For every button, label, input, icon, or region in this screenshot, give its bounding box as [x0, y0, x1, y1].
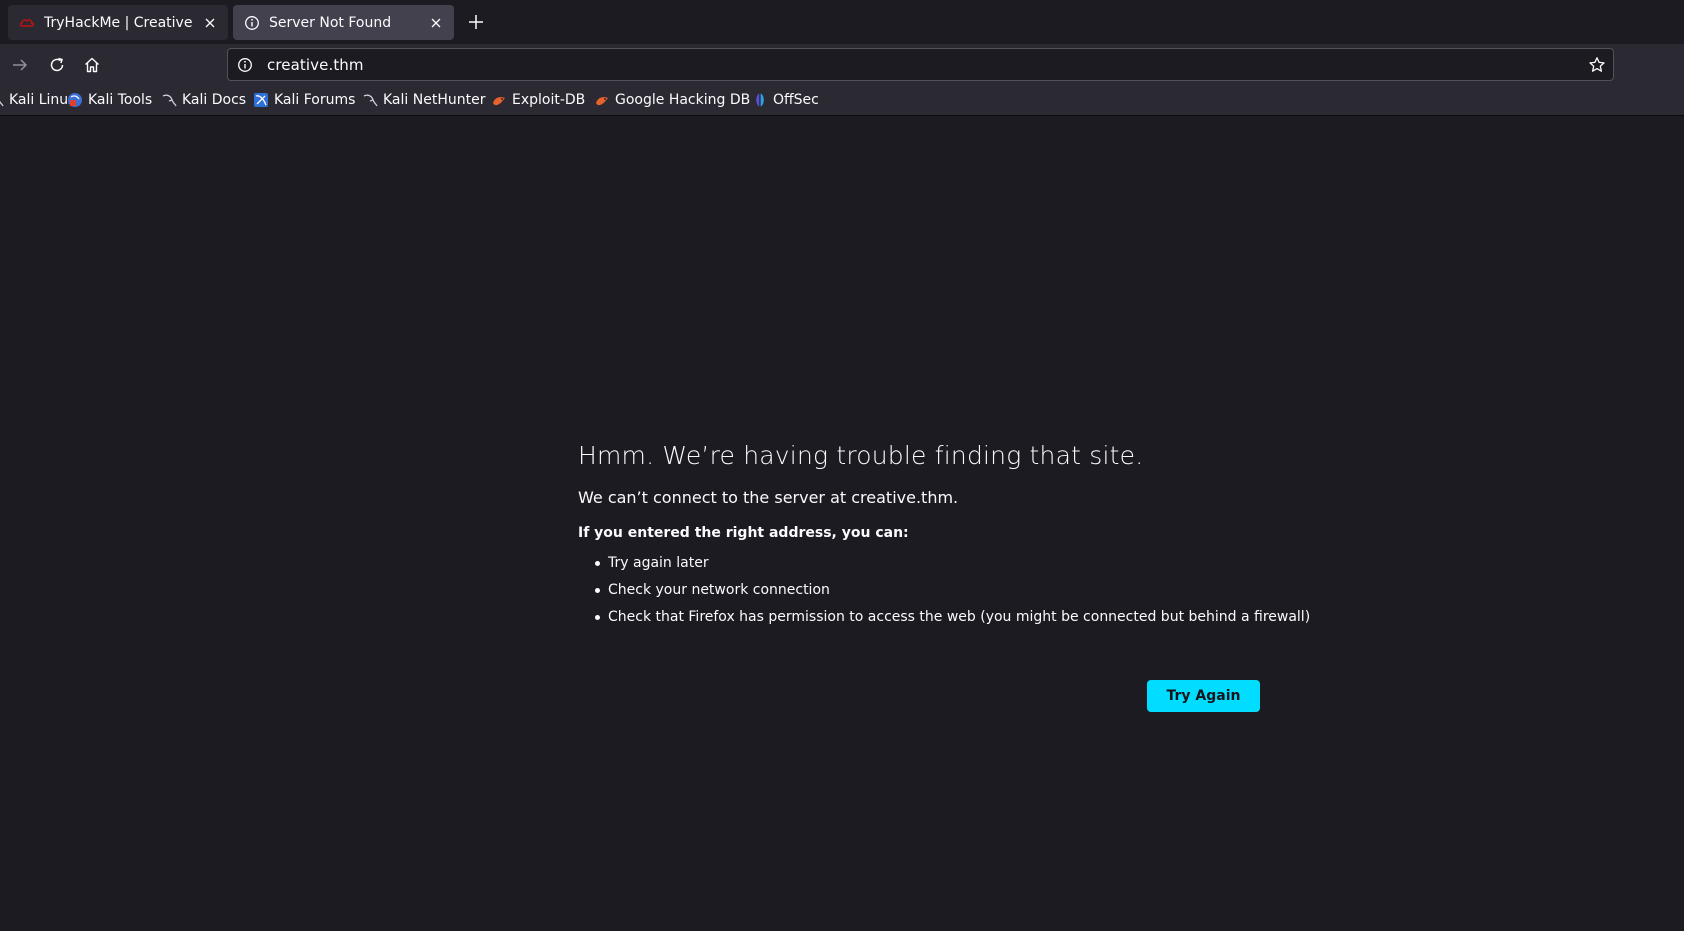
bookmark-label: Kali Tools [88, 92, 153, 108]
reload-icon[interactable] [48, 56, 66, 74]
bookmark-label: Google Hacking DB [615, 92, 751, 108]
exploit-db-icon [493, 97, 505, 106]
try-again-button[interactable]: Try Again [1147, 680, 1260, 712]
bookmark-offsec[interactable]: OffSec [752, 86, 819, 114]
bookmark-exploit-db[interactable]: Exploit-DB [491, 86, 585, 114]
error-suggestions-list: Try again later Check your network conne… [578, 553, 1310, 634]
kali-dragon-icon [363, 94, 378, 107]
bookmark-kali-tools[interactable]: Kali Tools [67, 86, 152, 114]
close-icon[interactable] [428, 15, 444, 31]
address-bar[interactable]: creative.thm [227, 48, 1614, 81]
new-tab-plus-icon[interactable] [467, 13, 485, 31]
site-info-icon[interactable] [237, 57, 253, 73]
bookmark-google-hacking-db[interactable]: Google Hacking DB [594, 86, 750, 114]
bookmark-label: OffSec [773, 92, 819, 108]
bookmark-label: Kali NetHunter [383, 92, 486, 108]
tab-server-not-found[interactable]: Server Not Found [233, 5, 454, 40]
error-suggestions-heading: If you entered the right address, you ca… [578, 525, 909, 541]
bookmark-kali-nethunter[interactable]: Kali NetHunter [362, 86, 485, 114]
bookmarks-toolbar: Kali Linux Kali Tools Kali Docs Kali For… [0, 86, 1684, 116]
home-icon[interactable] [83, 56, 101, 74]
bookmark-label: Exploit-DB [512, 92, 586, 108]
error-page: Hmm. We’re having trouble finding that s… [0, 116, 1684, 931]
kali-forums-icon [254, 93, 268, 107]
exploit-db-icon [596, 97, 608, 106]
tab-title: Server Not Found [269, 14, 392, 31]
bookmark-label: Kali Forums [274, 92, 356, 108]
info-icon [245, 15, 259, 30]
list-item: Check your network connection [578, 580, 1268, 607]
bookmark-kali-docs[interactable]: Kali Docs [161, 86, 246, 114]
url-input[interactable]: creative.thm [267, 56, 1588, 74]
offsec-icon [756, 93, 764, 107]
bookmark-kali-forums[interactable]: Kali Forums [253, 86, 355, 114]
bookmark-star-icon[interactable] [1588, 56, 1606, 74]
navigation-toolbar: creative.thm [0, 44, 1684, 86]
forward-arrow-icon[interactable] [11, 56, 29, 74]
kali-tools-icon [68, 93, 82, 107]
tryhackme-logo-icon [19, 18, 35, 27]
bookmark-label: Kali Docs [182, 92, 247, 108]
close-icon[interactable] [202, 15, 218, 31]
error-container: Hmm. We’re having trouble finding that s… [578, 441, 1310, 712]
tab-tryhackme-creative[interactable]: TryHackMe | Creative [8, 5, 228, 40]
bookmark-kali-linux[interactable]: Kali Linux [0, 86, 76, 114]
tab-title: TryHackMe | Creative [44, 14, 193, 31]
error-title: Hmm. We’re having trouble finding that s… [578, 441, 1144, 470]
kali-dragon-icon [0, 100, 4, 107]
error-description: We can’t connect to the server at creati… [578, 488, 959, 507]
kali-dragon-icon [162, 94, 177, 107]
list-item: Check that Firefox has permission to acc… [578, 607, 1310, 634]
list-item: Try again later [578, 553, 1268, 580]
tab-strip: TryHackMe | Creative Server Not Found [0, 0, 1684, 44]
